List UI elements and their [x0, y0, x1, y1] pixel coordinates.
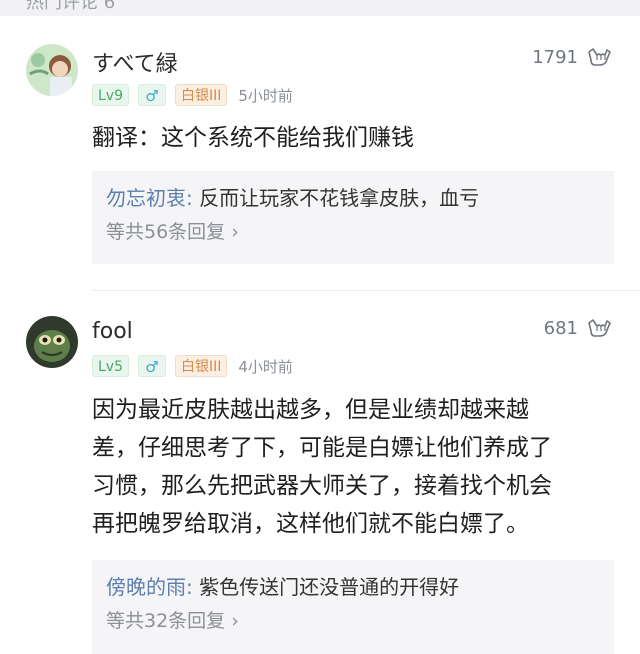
view-replies-link[interactable]: 等共32条回复 ›: [106, 604, 600, 638]
username[interactable]: fool: [92, 319, 133, 344]
timestamp: 5小时前: [238, 86, 293, 105]
reply-author[interactable]: 勿忘初衷:: [106, 186, 193, 210]
shaka-hand-icon: [588, 48, 611, 66]
user-meta: Lv5 ♂ 白银III 4小时前: [92, 355, 293, 377]
rank-badge: 白银III: [175, 355, 228, 377]
male-gender-icon: ♂: [138, 355, 166, 377]
comment-item: fool 681 Lv5 ♂ 白银III 4小时前 因为最近皮肤越出越多，但是业…: [0, 291, 640, 654]
reply-author[interactable]: 傍晚的雨:: [106, 575, 193, 599]
comment-text: 因为最近皮肤越出越多，但是业绩却越来越 差，仔细思考了下，可能是白嫖让他们养成了…: [92, 391, 620, 543]
reply-text: 紫色传送门还没普通的开得好: [192, 575, 460, 599]
level-badge: Lv5: [92, 355, 129, 377]
reply-item: 勿忘初衷: 反而让玩家不花钱拿皮肤，血亏: [106, 181, 600, 215]
avatar[interactable]: [26, 44, 78, 96]
reply-text: 反而让玩家不花钱拿皮肤，血亏: [192, 186, 480, 210]
like-count: 681: [543, 317, 578, 339]
reply-item: 傍晚的雨: 紫色传送门还没普通的开得好: [106, 570, 600, 604]
like-button[interactable]: 681: [544, 317, 612, 339]
section-header-title: 热门评论 6: [26, 0, 116, 13]
section-header: 热门评论 6: [0, 0, 640, 16]
comment-text-line: 因为最近皮肤越出越多，但是业绩却越来越: [92, 397, 529, 423]
avatar[interactable]: [26, 316, 78, 368]
view-replies-link[interactable]: 等共56条回复 ›: [106, 215, 600, 249]
timestamp: 4小时前: [238, 357, 293, 376]
comment-item: すべて緑 1791 Lv9 ♂ 白银III 5小时前 翻译：这个系统不能给我们赚…: [0, 20, 640, 290]
shaka-hand-icon: [588, 319, 611, 337]
comment-text-line: 再把魄罗给取消，这样他们就不能白嫖了。: [92, 511, 529, 537]
rank-badge: 白银III: [175, 84, 228, 106]
username[interactable]: すべて緑: [92, 46, 178, 78]
comment-text: 翻译：这个系统不能给我们赚钱: [92, 125, 414, 151]
reply-preview[interactable]: 勿忘初衷: 反而让玩家不花钱拿皮肤，血亏 等共56条回复 ›: [92, 171, 614, 264]
comment-text-line: 习惯，那么先把武器大师关了，接着找个机会: [92, 473, 552, 499]
like-count: 1791: [532, 46, 578, 68]
comment-text-line: 差，仔细思考了下，可能是白嫖让他们养成了: [92, 435, 552, 461]
level-badge: Lv9: [92, 84, 129, 106]
like-button[interactable]: 1791: [532, 46, 612, 68]
user-meta: Lv9 ♂ 白银III 5小时前: [92, 84, 293, 106]
male-gender-icon: ♂: [138, 84, 166, 106]
reply-preview[interactable]: 傍晚的雨: 紫色传送门还没普通的开得好 等共32条回复 ›: [92, 560, 614, 654]
